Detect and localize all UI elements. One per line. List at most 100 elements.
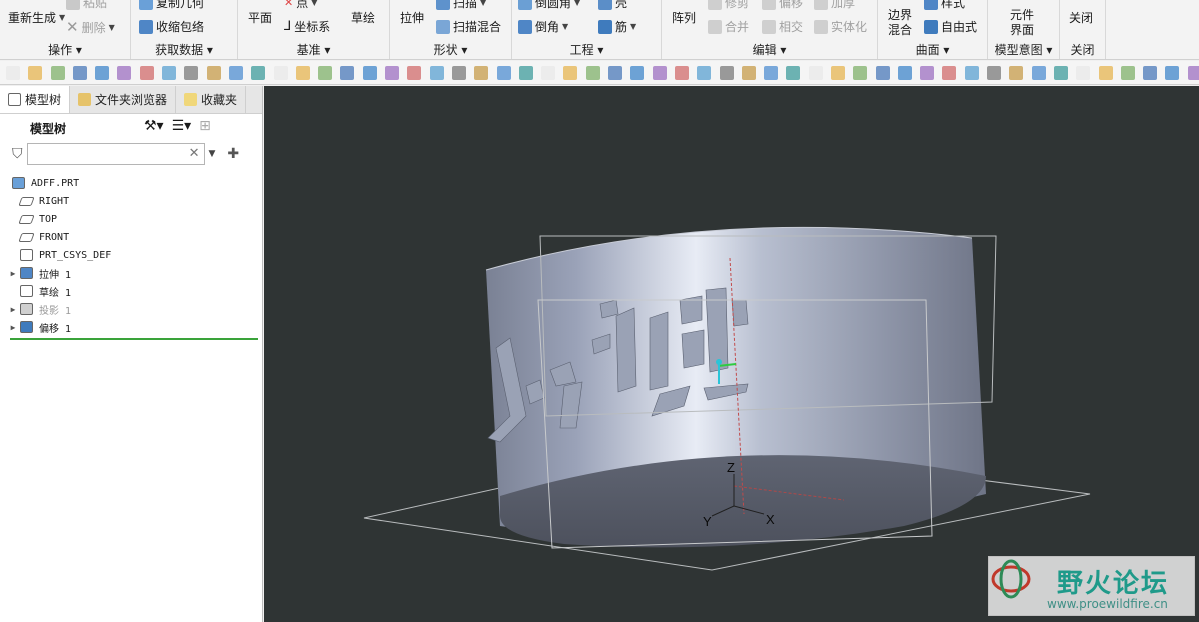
tree-node[interactable]: ▶ 偏移 1 bbox=[0, 318, 263, 336]
shrinkwrap-button[interactable]: 收缩包络 bbox=[139, 18, 204, 35]
pan-icon[interactable] bbox=[1009, 65, 1024, 80]
repaint-icon[interactable] bbox=[496, 65, 511, 80]
repaint-icon[interactable] bbox=[764, 65, 779, 80]
rib-button[interactable]: 筋 ▼ bbox=[598, 18, 636, 35]
copy-geometry-button[interactable]: 复制几何 bbox=[139, 0, 204, 11]
undo-icon[interactable] bbox=[1187, 65, 1199, 80]
new-icon[interactable] bbox=[273, 65, 288, 80]
orient-icon[interactable] bbox=[1053, 65, 1068, 80]
print-icon[interactable] bbox=[630, 65, 645, 80]
orient-icon[interactable] bbox=[251, 65, 266, 80]
zoom-icon[interactable] bbox=[184, 65, 199, 80]
clear-icon[interactable]: ✕ bbox=[189, 146, 200, 161]
chamfer-button[interactable]: 倒角 ▼ bbox=[518, 18, 568, 35]
undo-icon[interactable] bbox=[920, 65, 935, 80]
open-icon[interactable] bbox=[1098, 65, 1113, 80]
tab-folder-browser[interactable]: 文件夹浏览器 bbox=[70, 86, 177, 113]
zoom-icon[interactable] bbox=[987, 65, 1002, 80]
tree-node[interactable]: 草绘 1 bbox=[0, 282, 263, 300]
search-input[interactable]: ✕ bbox=[26, 143, 205, 165]
save-icon[interactable] bbox=[585, 65, 600, 80]
save-icon[interactable] bbox=[1120, 65, 1135, 80]
zoom-icon[interactable] bbox=[719, 65, 734, 80]
save-as-icon[interactable] bbox=[340, 65, 355, 80]
expand-icon[interactable]: ▶ bbox=[8, 269, 18, 278]
tree-node[interactable]: ADFF.PRT bbox=[0, 174, 263, 192]
round-button[interactable]: 倒圆角 ▼ bbox=[518, 0, 580, 11]
print-icon[interactable] bbox=[1165, 65, 1180, 80]
merge-button[interactable]: 合并 bbox=[708, 18, 749, 35]
expand-icon[interactable]: ▶ bbox=[8, 323, 18, 332]
redo-icon[interactable] bbox=[674, 65, 689, 80]
tree-node[interactable]: FRONT bbox=[0, 228, 263, 246]
regenerate-button[interactable]: 重新生成 ▼ bbox=[8, 9, 65, 26]
view-icon[interactable] bbox=[697, 65, 712, 80]
tab-favorites[interactable]: 收藏夹 bbox=[176, 86, 247, 113]
tree-node[interactable]: PRT_CSYS_DEF bbox=[0, 246, 263, 264]
save-as-icon[interactable] bbox=[1143, 65, 1158, 80]
offset-button[interactable]: 偏移 bbox=[762, 0, 803, 11]
view-icon[interactable] bbox=[162, 65, 177, 80]
intersect-button[interactable]: 相交 bbox=[762, 18, 803, 35]
save-icon[interactable] bbox=[853, 65, 868, 80]
tree-node[interactable]: TOP bbox=[0, 210, 263, 228]
new-icon[interactable] bbox=[6, 65, 20, 80]
orient-icon[interactable] bbox=[518, 65, 533, 80]
tree-node[interactable]: ▶ 拉伸 1 bbox=[0, 264, 263, 282]
sketch-button[interactable]: 草绘 bbox=[351, 9, 375, 26]
boundary-blend-button[interactable]: 边界 混合 bbox=[888, 9, 912, 36]
view-icon[interactable] bbox=[964, 65, 979, 80]
open-icon[interactable] bbox=[295, 65, 310, 80]
point-button[interactable]: ✕ 点 ▼ bbox=[284, 0, 317, 11]
delete-button[interactable]: ✕ 删除 ▼ bbox=[66, 18, 115, 36]
new-icon[interactable] bbox=[1076, 65, 1091, 80]
undo-icon[interactable] bbox=[652, 65, 667, 80]
open-icon[interactable] bbox=[830, 65, 845, 80]
save-icon[interactable] bbox=[50, 65, 65, 80]
sweep-button[interactable]: 扫描 ▼ bbox=[436, 0, 486, 11]
tree-node[interactable]: ▶ 投影 1 bbox=[0, 300, 263, 318]
show-icon[interactable]: ☰▾ bbox=[172, 118, 192, 134]
save-icon[interactable] bbox=[318, 65, 333, 80]
pan-icon[interactable] bbox=[741, 65, 756, 80]
redo-icon[interactable] bbox=[942, 65, 957, 80]
print-icon[interactable] bbox=[95, 65, 110, 80]
save-as-icon[interactable] bbox=[875, 65, 890, 80]
trim-button[interactable]: 修剪 bbox=[708, 0, 749, 11]
open-icon[interactable] bbox=[28, 65, 43, 80]
repaint-icon[interactable] bbox=[228, 65, 243, 80]
new-icon[interactable] bbox=[808, 65, 823, 80]
component-interface-button[interactable]: 元件 界面 bbox=[1010, 9, 1034, 36]
save-as-icon[interactable] bbox=[72, 65, 87, 80]
shell-button[interactable]: 壳 bbox=[598, 0, 627, 11]
settings-icon[interactable]: ⚒▾ bbox=[144, 118, 164, 134]
redo-icon[interactable] bbox=[139, 65, 154, 80]
zoom-icon[interactable] bbox=[451, 65, 466, 80]
tab-model-tree[interactable]: 模型树 bbox=[0, 86, 71, 113]
thicken-button[interactable]: 加厚 bbox=[814, 0, 855, 11]
solidify-button[interactable]: 实体化 bbox=[814, 18, 867, 35]
graphics-viewport[interactable]: Z Y X 野火论坛 www.proewildfire.cn bbox=[264, 86, 1199, 622]
extrude-button[interactable]: 拉伸 bbox=[400, 9, 424, 26]
filter-icon[interactable]: ⛉ bbox=[12, 146, 23, 162]
open-icon[interactable] bbox=[563, 65, 578, 80]
undo-icon[interactable] bbox=[385, 65, 400, 80]
chevron-down-icon[interactable]: ▼ bbox=[209, 149, 216, 159]
orient-icon[interactable] bbox=[786, 65, 801, 80]
freestyle-button[interactable]: 自由式 bbox=[924, 18, 977, 35]
csys-button[interactable]: ⅃ 坐标系 bbox=[284, 18, 330, 35]
plane-button[interactable]: 平面 bbox=[248, 9, 272, 26]
pan-icon[interactable] bbox=[474, 65, 489, 80]
new-icon[interactable] bbox=[541, 65, 556, 80]
pattern-button[interactable]: 阵列 bbox=[672, 9, 696, 26]
paste-button[interactable]: 粘贴 bbox=[66, 0, 107, 11]
expand-icon[interactable]: ▶ bbox=[8, 305, 18, 314]
repaint-icon[interactable] bbox=[1031, 65, 1046, 80]
swept-blend-button[interactable]: 扫描混合 bbox=[436, 18, 501, 35]
pan-icon[interactable] bbox=[206, 65, 221, 80]
model-canvas[interactable] bbox=[264, 86, 1199, 622]
add-icon[interactable]: ✚ bbox=[227, 146, 239, 162]
print-icon[interactable] bbox=[897, 65, 912, 80]
save-as-icon[interactable] bbox=[608, 65, 623, 80]
style-button[interactable]: 样式 bbox=[924, 0, 965, 11]
